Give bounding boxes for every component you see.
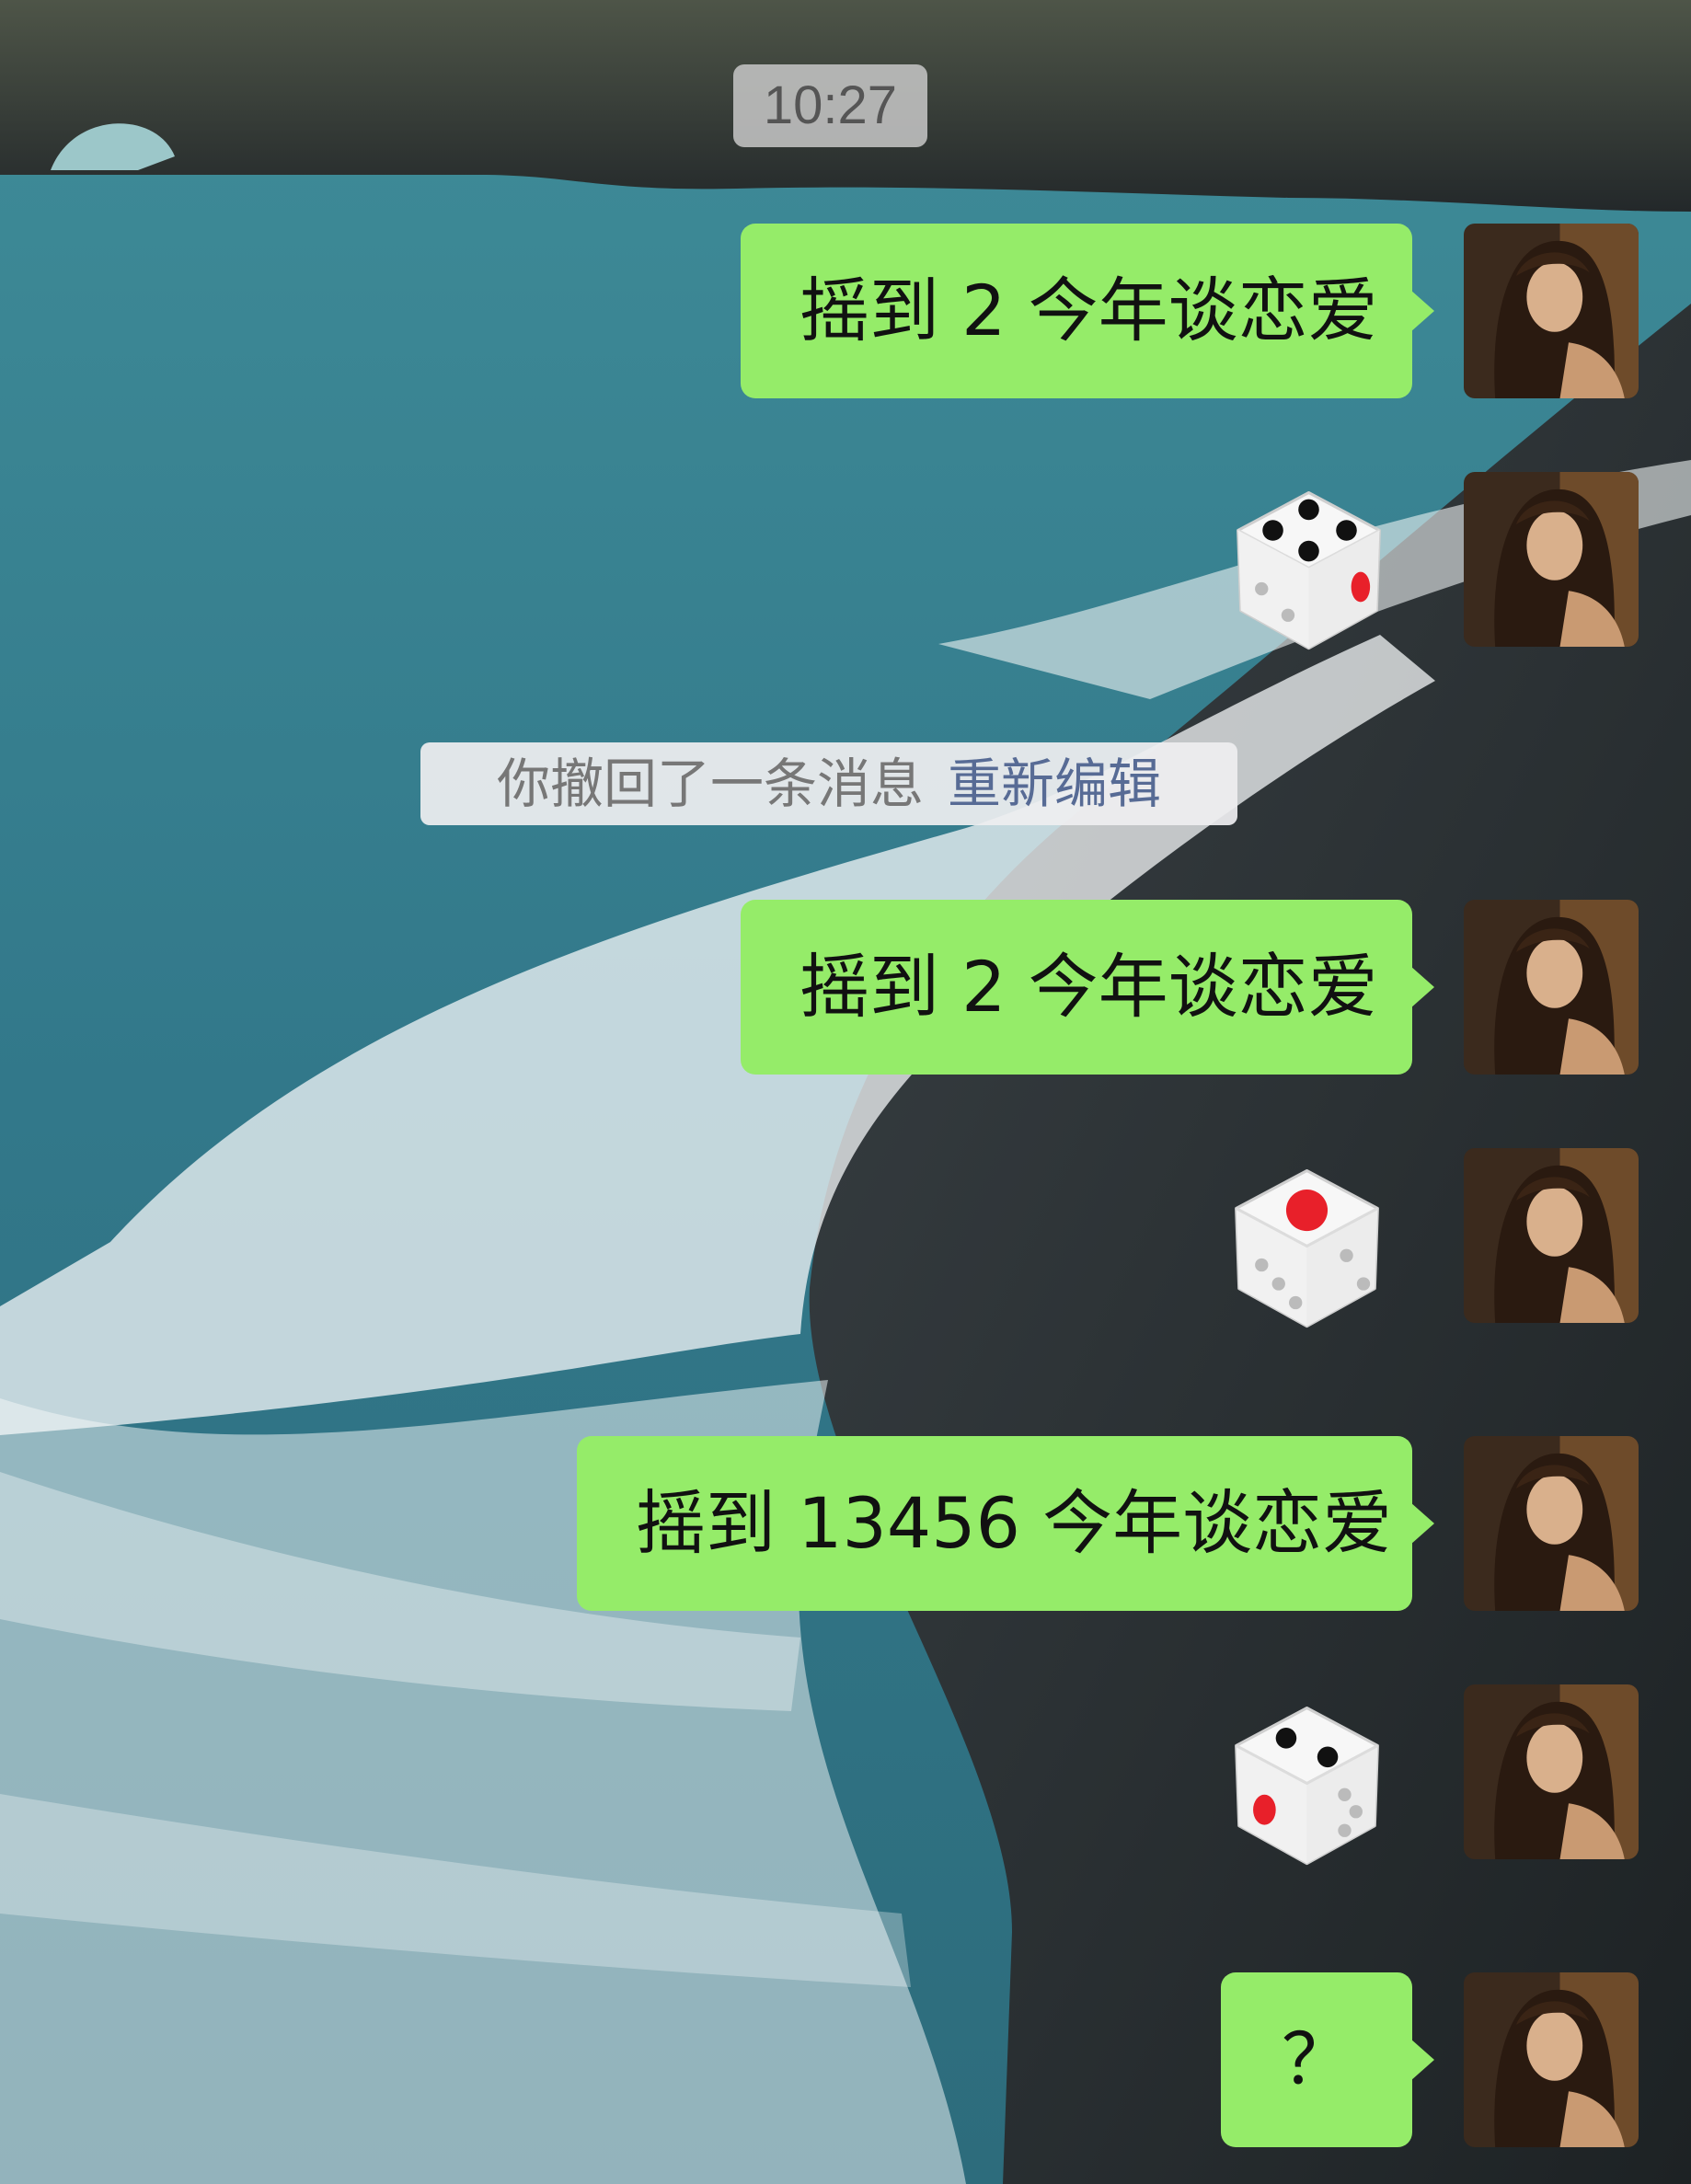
avatar[interactable] (1464, 1148, 1639, 1323)
avatar[interactable] (1464, 472, 1639, 647)
avatar-portrait-icon (1464, 472, 1639, 647)
message-bubble-3[interactable]: 摇到 2 今年谈恋爱 (741, 900, 1434, 1075)
dice-result-two[interactable] (1213, 1689, 1401, 1878)
dice-icon (1237, 490, 1381, 650)
avatar[interactable] (1464, 224, 1639, 398)
timestamp-label: 10:27 (733, 64, 927, 147)
message-bubble-1[interactable]: 摇到 2 今年谈恋爱 (741, 224, 1434, 398)
avatar[interactable] (1464, 1972, 1639, 2147)
message-bubble-7[interactable]: ？ (1221, 1972, 1434, 2147)
avatar-portrait-icon (1464, 1148, 1639, 1323)
avatar-portrait-icon (1464, 1436, 1639, 1611)
message-bubble-5[interactable]: 摇到 13456 今年谈恋爱 (577, 1436, 1434, 1611)
recall-notice: 你撤回了一条消息 重新编辑 (420, 742, 1237, 825)
avatar[interactable] (1464, 1436, 1639, 1611)
avatar-portrait-icon (1464, 1684, 1639, 1859)
dice-icon (1235, 1706, 1379, 1866)
avatar[interactable] (1464, 900, 1639, 1075)
dice-result-one[interactable] (1213, 1152, 1401, 1340)
dice-icon (1235, 1168, 1379, 1328)
avatar[interactable] (1464, 1684, 1639, 1859)
re-edit-link[interactable]: 重新编辑 (948, 753, 1161, 815)
avatar-portrait-icon (1464, 1972, 1639, 2147)
recall-notice-text: 你撤回了一条消息 (496, 753, 924, 815)
avatar-portrait-icon (1464, 224, 1639, 398)
dice-result-four[interactable] (1214, 474, 1403, 662)
avatar-portrait-icon (1464, 900, 1639, 1075)
